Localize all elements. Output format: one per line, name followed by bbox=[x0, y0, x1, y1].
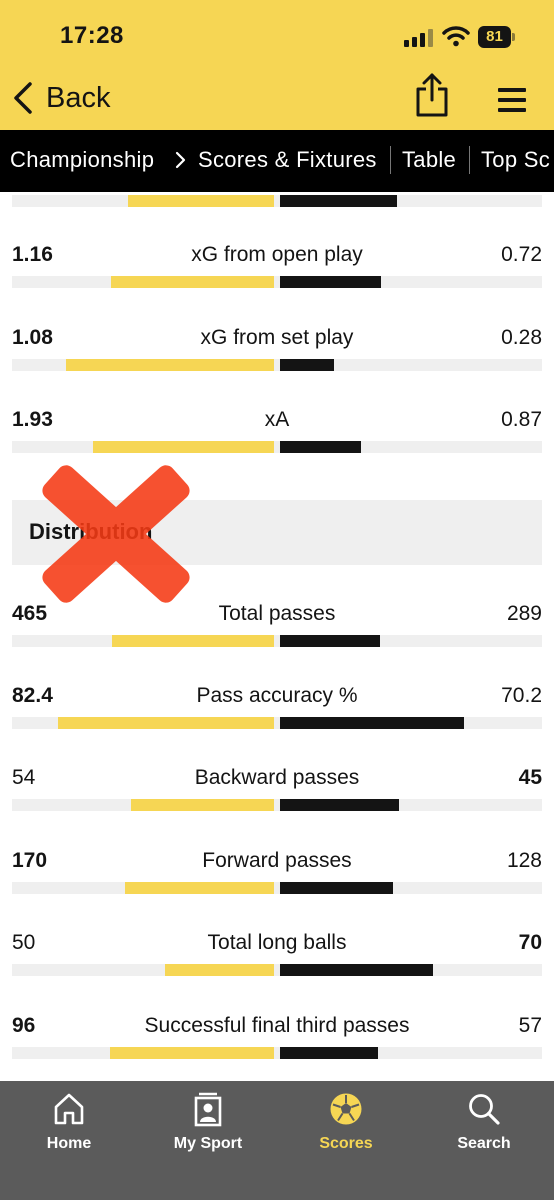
stat-bar-away bbox=[280, 799, 399, 811]
stat-row: Forward passes 170 128 bbox=[0, 849, 554, 909]
stat-bar-home bbox=[112, 635, 274, 647]
status-time: 17:28 bbox=[60, 22, 124, 49]
stat-bar-away bbox=[280, 635, 380, 647]
stat-bar-track bbox=[12, 635, 542, 647]
stat-away-value: 0.87 bbox=[501, 408, 542, 431]
stat-bar-home bbox=[66, 359, 274, 371]
stat-label: Backward passes bbox=[194, 766, 360, 789]
nav-separator bbox=[390, 146, 391, 174]
stat-away-value: 128 bbox=[506, 849, 542, 872]
stat-label: Forward passes bbox=[202, 849, 352, 872]
chevron-right-icon bbox=[175, 151, 186, 169]
stat-bar-home bbox=[93, 441, 274, 453]
stat-label: Total long balls bbox=[207, 931, 347, 954]
stat-bar-track bbox=[12, 799, 542, 811]
section-nav: Championship Scores & Fixtures Table Top… bbox=[0, 130, 554, 192]
stat-bar-home bbox=[110, 1047, 274, 1059]
tab-scores-label: Scores bbox=[319, 1135, 373, 1152]
back-label: Back bbox=[46, 81, 111, 114]
bottom-tab-bar: Home My Sport Scores Search bbox=[0, 1081, 554, 1200]
stat-row: Backward passes 54 45 bbox=[0, 766, 554, 826]
stat-away-value: 0.72 bbox=[501, 243, 542, 266]
cellular-signal-icon bbox=[404, 29, 434, 47]
battery-icon: 81 bbox=[478, 26, 516, 48]
stat-bar-home bbox=[111, 276, 274, 288]
stat-row: xG from set play 1.08 0.28 bbox=[0, 326, 554, 386]
stat-home-value: 1.08 bbox=[12, 326, 53, 349]
app-screen: 17:28 81 Back Championship Scores & Fixt… bbox=[0, 0, 554, 1200]
search-icon bbox=[469, 1094, 500, 1125]
stat-row: Total passes 465 289 bbox=[0, 602, 554, 662]
stat-home-value: 82.4 bbox=[12, 684, 53, 707]
stat-label: xG from set play bbox=[200, 326, 354, 349]
stat-bar-away bbox=[280, 441, 361, 453]
stat-label: Total passes bbox=[218, 602, 336, 625]
home-icon bbox=[54, 1093, 84, 1125]
stat-home-value: 96 bbox=[12, 1014, 36, 1037]
back-button[interactable]: Back bbox=[10, 78, 110, 118]
tab-search[interactable]: Search bbox=[424, 1091, 544, 1161]
stat-bar-home bbox=[131, 799, 274, 811]
stat-home-value: 170 bbox=[12, 849, 48, 872]
stat-away-value: 289 bbox=[506, 602, 542, 625]
stat-away-value: 70 bbox=[518, 931, 542, 954]
stat-row: xA 1.93 0.87 bbox=[0, 408, 554, 468]
tab-home[interactable]: Home bbox=[9, 1091, 129, 1161]
stat-away-value: 57 bbox=[518, 1014, 542, 1037]
stat-away-value: 0.28 bbox=[501, 326, 542, 349]
nav-scores-fixtures-link[interactable]: Scores & Fixtures bbox=[198, 147, 377, 173]
header: 17:28 81 Back bbox=[0, 0, 554, 130]
share-icon[interactable] bbox=[414, 72, 450, 118]
tab-home-label: Home bbox=[46, 1135, 92, 1152]
section-title: Distribution bbox=[29, 519, 153, 544]
stat-bar-track bbox=[12, 882, 542, 894]
menu-icon[interactable] bbox=[498, 86, 528, 114]
stat-bar-track bbox=[12, 1047, 542, 1059]
stat-home-value: 1.93 bbox=[12, 408, 53, 431]
football-icon bbox=[330, 1093, 362, 1125]
stat-bar-away bbox=[280, 1047, 378, 1059]
stat-bar-away bbox=[280, 964, 433, 976]
tab-scores[interactable]: Scores bbox=[286, 1091, 406, 1161]
stat-bar-away bbox=[280, 359, 334, 371]
stat-label: Successful final third passes bbox=[144, 1014, 410, 1037]
tab-search-label: Search bbox=[457, 1135, 511, 1152]
battery-level: 81 bbox=[478, 26, 511, 48]
nav-table-link[interactable]: Table bbox=[402, 147, 456, 173]
nav-championship-link[interactable]: Championship bbox=[10, 147, 154, 173]
stat-home-value: 50 bbox=[12, 931, 36, 954]
nav-top-scorers-link[interactable]: Top Sc bbox=[481, 147, 550, 173]
my-sport-icon bbox=[194, 1092, 222, 1127]
stat-bar-away bbox=[280, 717, 464, 729]
stat-bar-away bbox=[280, 276, 381, 288]
tab-my-sport[interactable]: My Sport bbox=[148, 1091, 268, 1161]
chevron-left-icon bbox=[14, 82, 32, 114]
nav-separator bbox=[469, 146, 470, 174]
stat-bar-home bbox=[165, 964, 274, 976]
stat-row: Pass accuracy % 82.4 70.2 bbox=[0, 684, 554, 744]
stat-row: xG from open play 1.16 0.72 bbox=[0, 243, 554, 303]
stat-bar-home bbox=[125, 882, 274, 894]
tab-my-sport-label: My Sport bbox=[173, 1135, 243, 1152]
stat-label: Pass accuracy % bbox=[196, 684, 358, 707]
stat-home-value: 1.16 bbox=[12, 243, 53, 266]
stat-away-value: 45 bbox=[518, 766, 542, 789]
stat-bar-track bbox=[12, 276, 542, 288]
stat-bar-track bbox=[12, 964, 542, 976]
stat-bar-away bbox=[280, 882, 393, 894]
status-bar: 17:28 81 bbox=[0, 0, 554, 70]
stat-home-value: 465 bbox=[12, 602, 48, 625]
stat-label: xA bbox=[264, 408, 290, 431]
stat-row: Total long balls 50 70 bbox=[0, 931, 554, 991]
stat-label: xG from open play bbox=[191, 243, 363, 266]
stat-row: Successful final third passes 96 57 bbox=[0, 1014, 554, 1074]
stat-away-value: 70.2 bbox=[501, 684, 542, 707]
stat-bar-track bbox=[12, 441, 542, 453]
section-header-distribution: Distribution bbox=[12, 500, 542, 565]
stat-bar-home bbox=[58, 717, 274, 729]
wifi-icon bbox=[442, 26, 470, 47]
stat-home-value: 54 bbox=[12, 766, 36, 789]
